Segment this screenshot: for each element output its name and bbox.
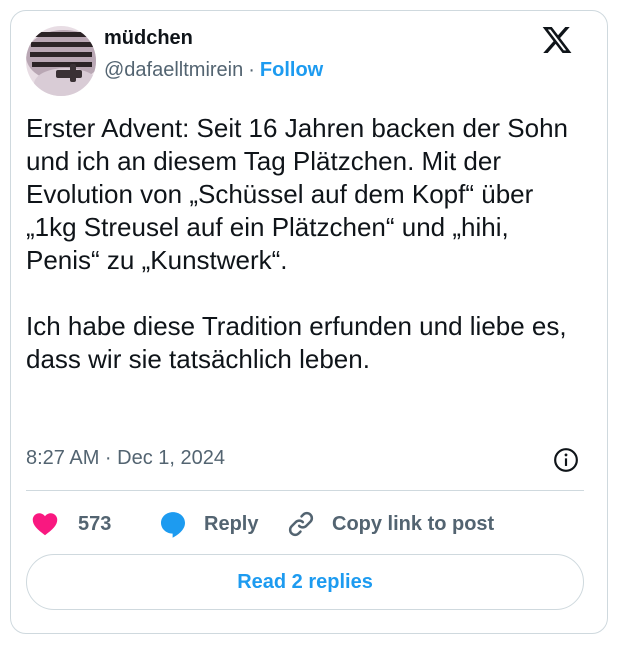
handle-row: @dafaelltmirein · Follow [104,59,323,82]
info-icon[interactable] [553,447,579,473]
like-count: 573 [78,512,112,535]
copy-link-label: Copy link to post [332,512,495,535]
timestamp-link[interactable]: 8:27 AM · Dec 1, 2024 [26,447,225,470]
x-logo-icon[interactable] [540,24,574,56]
user-handle[interactable]: @dafaelltmirein [104,59,243,81]
link-icon [288,511,314,537]
reply-button[interactable]: Reply [158,508,258,540]
read-replies-label: Read 2 replies [237,570,373,593]
separator-dot: · [248,59,255,81]
like-button[interactable]: 573 [30,508,111,540]
reply-label: Reply [204,512,259,535]
reply-bubble-icon [161,512,185,538]
copy-link-button[interactable]: Copy link to post [286,508,494,540]
read-replies-button[interactable]: Read 2 replies [26,554,584,610]
display-name[interactable]: müdchen [104,27,193,50]
follow-button[interactable]: Follow [260,59,323,81]
tweet-text: Erster Advent: Seit 16 Jahren backen der… [26,112,586,376]
avatar-image [26,26,96,96]
tweet-paragraph: Ich habe diese Tradition erfunden und li… [26,311,567,374]
avatar[interactable] [26,26,96,96]
divider [26,490,584,491]
tweet-paragraph: Erster Advent: Seit 16 Jahren backen der… [26,113,569,275]
heart-icon [32,513,58,536]
